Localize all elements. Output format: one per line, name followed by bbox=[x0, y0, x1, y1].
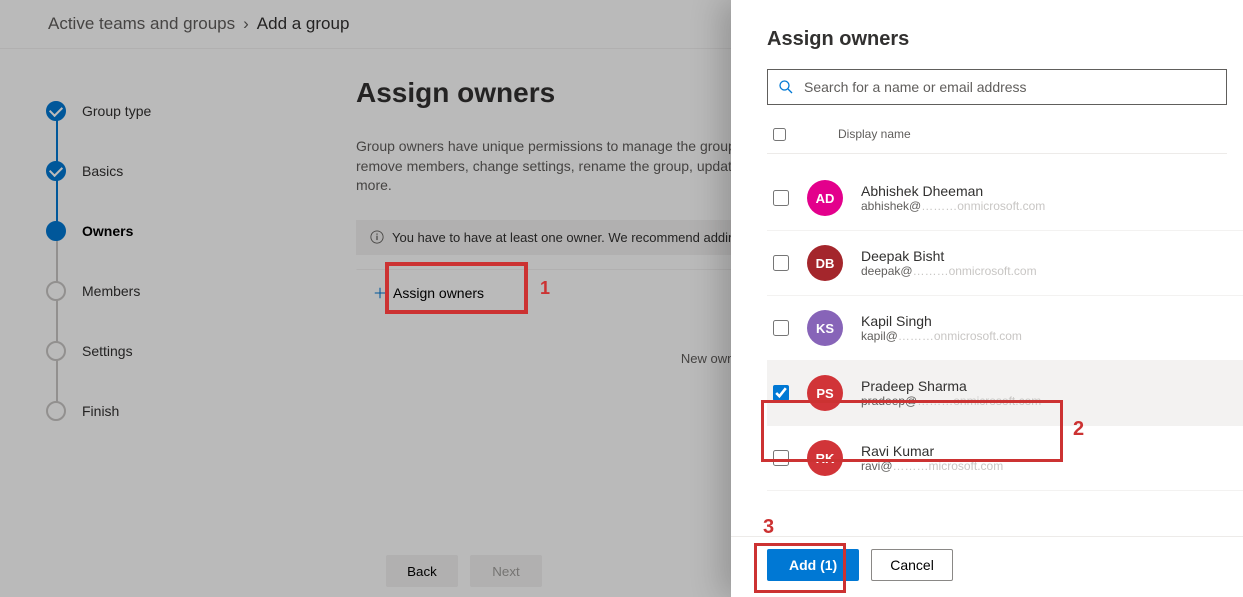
search-icon bbox=[778, 79, 794, 95]
breadcrumb-current: Add a group bbox=[257, 14, 350, 34]
search-box[interactable] bbox=[767, 69, 1227, 105]
user-name: Pradeep Sharma bbox=[861, 378, 1041, 394]
check-icon bbox=[46, 161, 66, 181]
user-row[interactable]: RK Ravi Kumarravi@………microsoft.com bbox=[767, 426, 1243, 491]
user-row[interactable]: KS Kapil Singhkapil@………onmicrosoft.com bbox=[767, 296, 1243, 361]
plus-icon bbox=[373, 286, 387, 300]
next-button: Next bbox=[470, 555, 542, 587]
step-label: Settings bbox=[82, 343, 133, 359]
step-settings[interactable]: Settings bbox=[46, 321, 340, 381]
cancel-button[interactable]: Cancel bbox=[871, 549, 953, 581]
user-name: Abhishek Dheeman bbox=[861, 183, 1045, 199]
avatar: PS bbox=[807, 375, 843, 411]
step-label: Finish bbox=[82, 403, 119, 419]
step-label: Basics bbox=[82, 163, 123, 179]
user-email: abhishek@………onmicrosoft.com bbox=[861, 199, 1045, 213]
user-row[interactable]: DB Deepak Bishtdeepak@………onmicrosoft.com bbox=[767, 231, 1243, 296]
step-group-type[interactable]: Group type bbox=[46, 81, 340, 141]
column-display-name[interactable]: Display name bbox=[838, 127, 911, 141]
user-checkbox[interactable] bbox=[773, 320, 789, 336]
step-finish[interactable]: Finish bbox=[46, 381, 340, 441]
dot-icon bbox=[46, 221, 66, 241]
user-list: AD Abhishek Dheemanabhishek@………onmicrosof… bbox=[731, 166, 1243, 536]
step-members[interactable]: Members bbox=[46, 261, 340, 321]
step-label: Members bbox=[82, 283, 140, 299]
wizard-steps: Group type Basics Owners Members Setting… bbox=[0, 49, 340, 597]
user-email: kapil@………onmicrosoft.com bbox=[861, 329, 1022, 343]
back-button[interactable]: Back bbox=[386, 555, 458, 587]
panel-title: Assign owners bbox=[767, 28, 1227, 51]
user-row[interactable]: PS Pradeep Sharmapradeep@………onmicrosoft.c… bbox=[767, 361, 1243, 426]
step-owners[interactable]: Owners bbox=[46, 201, 340, 261]
breadcrumb-root[interactable]: Active teams and groups bbox=[48, 14, 235, 34]
avatar: KS bbox=[807, 310, 843, 346]
search-input[interactable] bbox=[804, 79, 1216, 95]
assign-owners-label: Assign owners bbox=[393, 285, 484, 301]
user-email: pradeep@………onmicrosoft.com bbox=[861, 394, 1041, 408]
annotation-number-2: 2 bbox=[1073, 418, 1084, 441]
add-button[interactable]: Add (1) bbox=[767, 549, 859, 581]
user-checkbox[interactable] bbox=[773, 450, 789, 466]
annotation-number-3: 3 bbox=[763, 516, 774, 539]
user-row[interactable]: AD Abhishek Dheemanabhishek@………onmicrosof… bbox=[767, 166, 1243, 231]
check-icon bbox=[46, 101, 66, 121]
user-checkbox[interactable] bbox=[773, 255, 789, 271]
step-label: Owners bbox=[82, 223, 133, 239]
assign-owners-panel: Assign owners Display name AD Abhishek Dh… bbox=[731, 0, 1243, 597]
user-name: Kapil Singh bbox=[861, 313, 1022, 329]
user-checkbox[interactable] bbox=[773, 385, 789, 401]
circle-icon bbox=[46, 281, 66, 301]
user-email: ravi@………microsoft.com bbox=[861, 459, 1003, 473]
step-basics[interactable]: Basics bbox=[46, 141, 340, 201]
annotation-number-1: 1 bbox=[540, 278, 550, 299]
user-email: deepak@………onmicrosoft.com bbox=[861, 264, 1037, 278]
chevron-right-icon: › bbox=[243, 14, 249, 34]
select-all-checkbox[interactable] bbox=[773, 128, 786, 141]
circle-icon bbox=[46, 401, 66, 421]
info-icon bbox=[370, 230, 384, 244]
user-name: Ravi Kumar bbox=[861, 443, 1003, 459]
user-name: Deepak Bisht bbox=[861, 248, 1037, 264]
step-label: Group type bbox=[82, 103, 151, 119]
avatar: AD bbox=[807, 180, 843, 216]
avatar: RK bbox=[807, 440, 843, 476]
user-checkbox[interactable] bbox=[773, 190, 789, 206]
avatar: DB bbox=[807, 245, 843, 281]
list-header: Display name bbox=[767, 127, 1227, 154]
circle-icon bbox=[46, 341, 66, 361]
